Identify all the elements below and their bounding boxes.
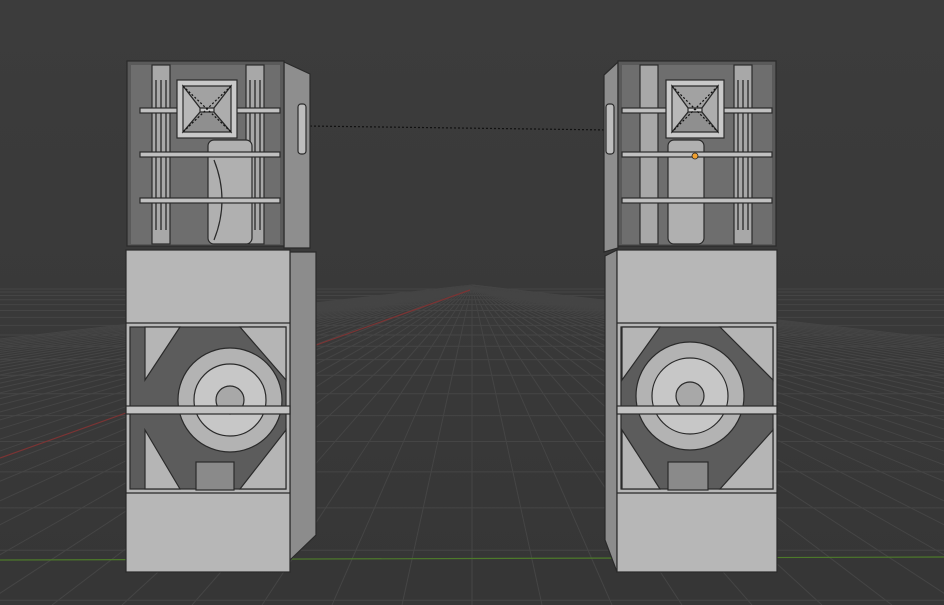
viewport-canvas[interactable] [0, 0, 944, 605]
speaker-right[interactable] [603, 60, 778, 573]
sub-cabinet-side [604, 249, 618, 573]
top-cabinet-side [283, 61, 311, 249]
speaker-left[interactable] [125, 60, 317, 573]
side-handle [297, 103, 307, 155]
side-handle [605, 103, 615, 155]
sub-cabinet-side [289, 251, 317, 562]
top-cabinet-side [603, 60, 619, 253]
3d-viewport[interactable] [0, 0, 944, 605]
origin-point[interactable] [691, 152, 699, 160]
